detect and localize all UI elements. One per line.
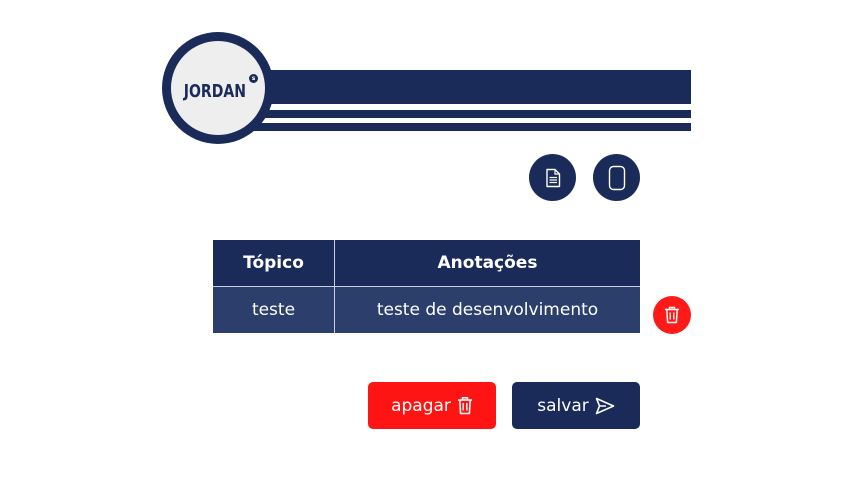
cell-topic: teste <box>213 286 335 333</box>
notes-table: Tópico Anotações teste teste de desenvol… <box>213 240 640 333</box>
document-icon <box>544 168 562 188</box>
phone-icon <box>608 165 626 191</box>
phone-button[interactable] <box>593 154 640 201</box>
save-button-label: salvar <box>537 395 589 416</box>
delete-row-button[interactable] <box>653 296 691 334</box>
table-header-row: Tópico Anotações <box>213 240 640 287</box>
column-header-topic: Tópico <box>213 240 335 287</box>
document-button[interactable] <box>529 154 576 201</box>
logo-badge-circle: JORDAN s <box>171 41 265 135</box>
delete-button[interactable]: apagar <box>368 382 496 429</box>
logo: JORDAN s <box>162 32 274 144</box>
column-header-notes: Anotações <box>334 240 640 287</box>
logo-text: JORDAN <box>183 80 247 102</box>
logo-registered-mark: s <box>249 74 258 83</box>
header-bar-top <box>214 70 691 104</box>
trash-icon <box>664 306 680 324</box>
page: JORDAN s Tópico Anotações teste teste de… <box>0 0 853 480</box>
cell-notes: teste de desenvolvimento <box>334 286 640 333</box>
trash-icon <box>457 396 473 415</box>
delete-button-label: apagar <box>391 395 451 416</box>
save-button[interactable]: salvar <box>512 382 640 429</box>
send-icon <box>595 397 615 415</box>
header-stripe-1 <box>214 110 691 118</box>
header-stripe-2 <box>214 123 691 131</box>
table-row[interactable]: teste teste de desenvolvimento <box>213 286 640 333</box>
